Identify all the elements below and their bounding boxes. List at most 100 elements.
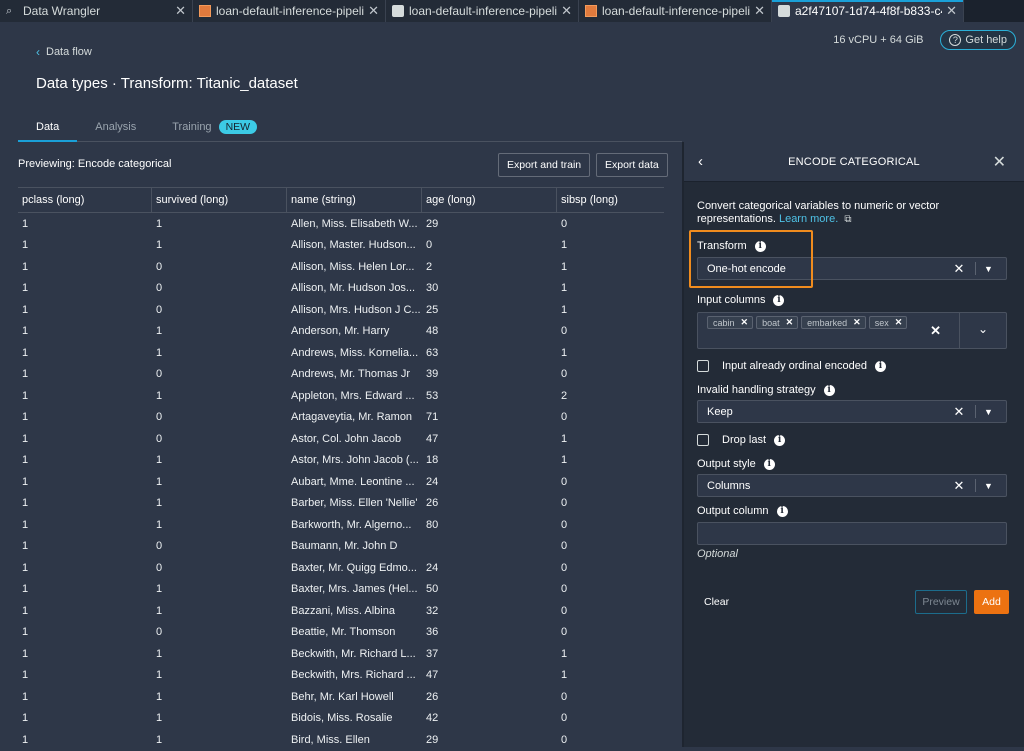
tab-data[interactable]: Data xyxy=(18,112,78,142)
table-cell: 1 xyxy=(22,497,29,510)
table-cell: 0 xyxy=(156,411,163,424)
browser-tab-active-pipeline[interactable]: a2f47107-1d74-4f8f-b833-c4 ✕ xyxy=(772,0,964,22)
table-cell: 1 xyxy=(22,260,29,273)
table-cell: Allison, Mrs. Hudson J C... xyxy=(291,303,421,316)
table-cell: 50 xyxy=(426,583,439,596)
table-cell: Bidois, Miss. Rosalie xyxy=(291,712,393,725)
table-row: 1 1 Bidois, Miss. Rosalie 42 0 xyxy=(18,708,664,730)
data-table: pclass (long) survived (long) name (stri… xyxy=(18,187,664,751)
table-cell: 1 xyxy=(22,626,29,639)
tab-analysis[interactable]: Analysis xyxy=(77,112,154,141)
table-cell: 36 xyxy=(426,626,439,639)
info-icon[interactable]: i xyxy=(763,458,775,470)
caret-down-icon[interactable]: ▼ xyxy=(984,407,998,417)
tab-training[interactable]: Training NEW xyxy=(154,112,275,141)
table-row: 1 0 Allison, Miss. Helen Lor... 2 1 xyxy=(18,256,664,278)
table-cell: 1 xyxy=(156,669,163,682)
column-header[interactable]: age (long) xyxy=(422,188,557,212)
table-cell: 47 xyxy=(426,432,439,445)
close-icon[interactable]: ✕ xyxy=(946,3,957,19)
column-header[interactable]: survived (long) xyxy=(152,188,287,212)
drop-last-checkbox[interactable] xyxy=(697,434,709,446)
table-cell: 0 xyxy=(156,368,163,381)
column-header[interactable]: pclass (long) xyxy=(18,188,152,212)
table-cell: 1 xyxy=(22,325,29,338)
chevron-down-icon[interactable]: ⌄ xyxy=(978,322,988,336)
transform-select[interactable]: One-hot encode ✕ ▼ xyxy=(697,257,1007,280)
table-cell: 1 xyxy=(22,389,29,402)
info-icon[interactable]: i xyxy=(754,240,766,252)
table-cell: 0 xyxy=(561,325,568,338)
preview-button[interactable]: Preview xyxy=(915,590,967,614)
table-cell: 0 xyxy=(561,604,568,617)
close-icon[interactable]: ✕ xyxy=(561,3,572,19)
browser-tab-data-wrangler[interactable]: ⌕ Data Wrangler ✕ xyxy=(0,0,193,22)
clear-button[interactable]: Clear xyxy=(704,596,729,608)
browser-tab-notebook-2[interactable]: loan-default-inference-pipelin ✕ xyxy=(579,0,772,22)
table-cell: 1 xyxy=(561,432,568,445)
remove-icon[interactable]: ✕ xyxy=(895,317,903,328)
compute-info: 16 vCPU + 64 GiB xyxy=(833,34,924,46)
table-cell: Beattie, Mr. Thomson xyxy=(291,626,396,639)
table-cell: Beckwith, Mrs. Richard ... xyxy=(291,669,416,682)
table-cell: Barkworth, Mr. Algerno... xyxy=(291,518,412,531)
table-cell: Anderson, Mr. Harry xyxy=(291,325,390,338)
close-icon[interactable]: ✕ xyxy=(993,152,1006,172)
table-row: 1 1 Barber, Miss. Ellen 'Nellie' 26 0 xyxy=(18,493,664,515)
info-icon[interactable]: i xyxy=(774,434,786,446)
back-to-data-flow-link[interactable]: ‹ Data flow xyxy=(36,45,92,59)
export-and-train-button[interactable]: Export and train xyxy=(498,153,591,177)
table-cell: 1 xyxy=(22,411,29,424)
clear-icon[interactable]: ✕ xyxy=(949,478,969,494)
get-help-button[interactable]: ? Get help xyxy=(940,30,1016,50)
close-icon[interactable]: ✕ xyxy=(754,3,765,19)
table-cell: 0 xyxy=(426,239,433,252)
column-header[interactable]: name (string) xyxy=(287,188,422,212)
token-boat: boat ✕ xyxy=(756,316,799,329)
caret-down-icon[interactable]: ▼ xyxy=(984,264,998,274)
output-style-select[interactable]: Columns ✕ ▼ xyxy=(697,474,1007,497)
remove-icon[interactable]: ✕ xyxy=(853,317,861,328)
table-cell: 71 xyxy=(426,411,439,424)
clear-all-icon[interactable]: ✕ xyxy=(930,323,941,339)
output-column-input[interactable] xyxy=(697,522,1007,545)
input-columns-multiselect[interactable]: cabin ✕ boat ✕ embarked ✕ sex ✕ ✕ ⌄ xyxy=(697,312,1007,349)
learn-more-link[interactable]: Learn more. xyxy=(779,213,838,225)
table-cell: 0 xyxy=(561,497,568,510)
data-wrangler-icon: ⌕ xyxy=(6,5,13,17)
add-button[interactable]: Add xyxy=(974,590,1009,614)
divider xyxy=(975,405,976,418)
info-icon[interactable]: i xyxy=(874,360,886,372)
table-cell: 1 xyxy=(22,561,29,574)
remove-icon[interactable]: ✕ xyxy=(741,317,749,328)
table-cell: 1 xyxy=(156,647,163,660)
ordinal-encoded-checkbox[interactable] xyxy=(697,360,709,372)
token-list: cabin ✕ boat ✕ embarked ✕ sex ✕ xyxy=(707,316,917,333)
browser-tab-notebook-1[interactable]: loan-default-inference-pipelin ✕ xyxy=(193,0,386,22)
info-icon[interactable]: i xyxy=(773,294,785,306)
close-icon[interactable]: ✕ xyxy=(368,3,379,19)
caret-down-icon[interactable]: ▼ xyxy=(984,481,998,491)
export-data-button[interactable]: Export data xyxy=(596,153,668,177)
info-icon[interactable]: i xyxy=(776,505,788,517)
pipeline-icon xyxy=(392,5,404,17)
clear-icon[interactable]: ✕ xyxy=(949,261,969,277)
table-row: 1 0 Baxter, Mr. Quigg Edmo... 24 0 xyxy=(18,557,664,579)
close-icon[interactable]: ✕ xyxy=(175,3,186,19)
table-cell: Baumann, Mr. John D xyxy=(291,540,398,553)
table-cell: Behr, Mr. Karl Howell xyxy=(291,690,394,703)
clear-icon[interactable]: ✕ xyxy=(949,404,969,420)
table-cell: 29 xyxy=(426,217,439,230)
column-header[interactable]: sibsp (long) xyxy=(557,188,664,212)
info-icon[interactable]: i xyxy=(823,384,835,396)
chevron-left-icon[interactable]: ‹ xyxy=(698,153,703,170)
preview-label: Previewing: Encode categorical xyxy=(18,158,172,170)
table-cell: 0 xyxy=(561,690,568,703)
table-cell: 1 xyxy=(156,604,163,617)
top-right-controls: 16 vCPU + 64 GiB ? Get help xyxy=(833,30,1016,50)
invalid-handling-select[interactable]: Keep ✕ ▼ xyxy=(697,400,1007,423)
table-cell: 42 xyxy=(426,712,439,725)
ordinal-encoded-option: Input already ordinal encoded i xyxy=(697,360,886,372)
remove-icon[interactable]: ✕ xyxy=(786,317,794,328)
browser-tab-pipeline-1[interactable]: loan-default-inference-pipelin ✕ xyxy=(386,0,579,22)
